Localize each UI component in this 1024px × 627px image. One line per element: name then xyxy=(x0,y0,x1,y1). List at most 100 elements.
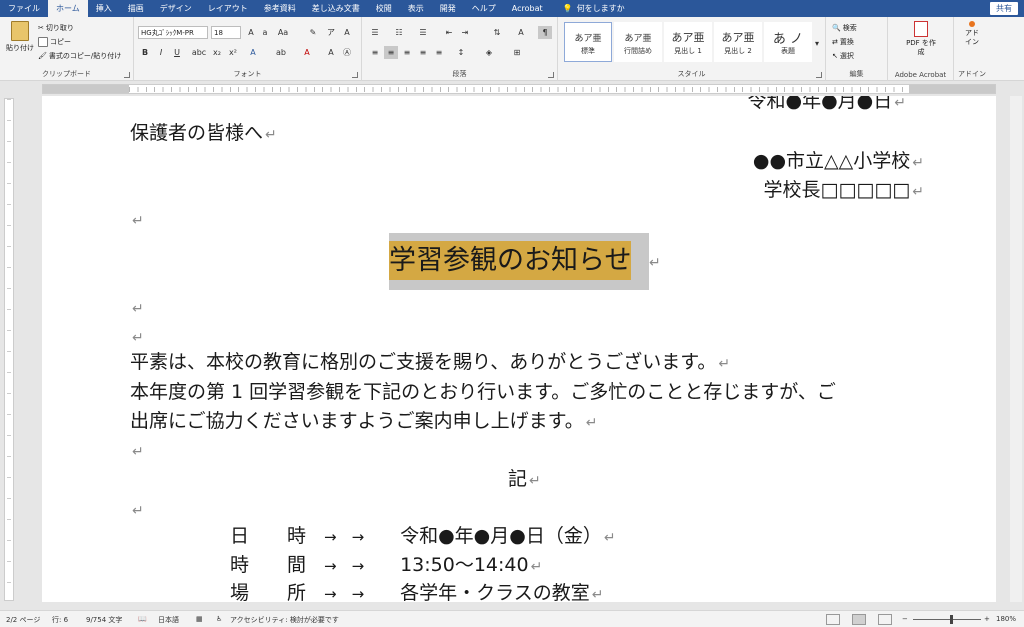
tab-insert[interactable]: 挿入 xyxy=(88,0,120,17)
style-sample: あア亜 xyxy=(671,31,705,44)
bullets-icon[interactable]: ☰ xyxy=(368,26,382,39)
shading-fill-icon[interactable]: ◈ xyxy=(482,46,496,59)
show-marks-icon[interactable]: ¶ xyxy=(538,26,552,39)
input-mode-icon[interactable]: ▦ xyxy=(196,615,203,623)
superscript-icon[interactable]: x² xyxy=(226,46,240,59)
distributed-icon[interactable]: ≡ xyxy=(432,46,446,59)
zoom-slider-thumb[interactable] xyxy=(950,615,953,624)
shrink-font-icon[interactable]: a xyxy=(258,26,272,39)
paragraph-mark: ↵ xyxy=(603,530,616,546)
strikethrough-icon[interactable]: abc xyxy=(192,46,206,59)
share-button[interactable]: 共有 xyxy=(990,2,1018,15)
style-sample: あ ノ xyxy=(772,31,804,47)
tab-selector[interactable] xyxy=(0,82,18,96)
tab-acrobat[interactable]: Acrobat xyxy=(504,0,551,17)
font-size-select[interactable]: 18 xyxy=(211,26,241,39)
paragraph-launcher-icon[interactable] xyxy=(548,72,554,78)
tab-developer[interactable]: 開発 xyxy=(432,0,464,17)
select-button[interactable]: ↖ 選択 xyxy=(832,51,854,61)
create-pdf-button[interactable]: PDF を作成 xyxy=(900,21,942,57)
tell-me-label: 何をしますか xyxy=(576,4,625,13)
tab-review[interactable]: 校閲 xyxy=(368,0,400,17)
align-right-icon[interactable]: ≡ xyxy=(400,46,414,59)
grow-font-icon[interactable]: A xyxy=(244,26,258,39)
tab-file[interactable]: ファイル xyxy=(0,0,48,17)
tab-layout[interactable]: レイアウト xyxy=(200,0,256,17)
clipboard-launcher-icon[interactable] xyxy=(124,72,130,78)
font-name-select[interactable]: HG丸ｺﾞｼｯｸM-PR xyxy=(138,26,208,39)
style-no-spacing[interactable]: あア亜 行間詰め xyxy=(614,22,662,62)
format-painter-button[interactable]: 🖌 書式のコピー/貼り付け xyxy=(38,51,121,61)
enclose-char-icon[interactable]: Ⓐ xyxy=(340,46,354,59)
zoom-level[interactable]: 180% xyxy=(996,615,1016,623)
tab-design[interactable]: デザイン xyxy=(152,0,200,17)
phonetic-guide-icon[interactable]: ア xyxy=(324,26,338,39)
decrease-indent-icon[interactable]: ⇤ xyxy=(442,26,456,39)
line-spacing-icon[interactable]: ↕ xyxy=(454,46,468,59)
horizontal-ruler[interactable] xyxy=(42,84,996,94)
tab-help[interactable]: ヘルプ xyxy=(464,0,504,17)
increase-indent-icon[interactable]: ⇥ xyxy=(458,26,472,39)
align-center-icon[interactable]: ≡ xyxy=(384,46,398,59)
font-launcher-icon[interactable] xyxy=(352,72,358,78)
numbering-icon[interactable]: ☷ xyxy=(392,26,406,39)
text-effect-icon[interactable]: A xyxy=(246,46,260,59)
shading-icon[interactable]: A xyxy=(324,46,338,59)
document-page[interactable]: 令和●年●月●日 ↵ 保護者の皆様へ ↵ ●●市立△△小学校 ↵ 学校長□□□□□ ↵ … xyxy=(42,96,996,602)
addins-button[interactable]: アド イン xyxy=(962,21,982,47)
group-acrobat: PDF を作成 Adobe Acrobat xyxy=(888,17,954,81)
print-layout-icon[interactable] xyxy=(852,614,866,625)
tab-home[interactable]: ホーム xyxy=(48,0,88,17)
char-border-icon[interactable]: A xyxy=(340,26,354,39)
page-count[interactable]: 2/2 ページ xyxy=(6,615,40,625)
style-sample: あア亜 xyxy=(574,33,602,44)
magnifier-icon: 🔍 xyxy=(832,24,841,32)
cut-button[interactable]: ✂ 切り取り xyxy=(38,23,74,33)
font-color-icon[interactable]: A xyxy=(300,46,314,59)
underline-icon[interactable]: U xyxy=(170,46,184,59)
ribbon-home: 貼り付け ✂ 切り取り コピー 🖌 書式のコピー/貼り付け クリップボード HG… xyxy=(0,17,1024,81)
style-heading-1[interactable]: あア亜 見出し 1 xyxy=(664,22,712,62)
zoom-in-icon[interactable]: + xyxy=(984,615,990,623)
replace-button[interactable]: ⇄ 置換 xyxy=(832,37,854,47)
copy-button[interactable]: コピー xyxy=(38,37,71,47)
tab-references[interactable]: 参考資料 xyxy=(256,0,304,17)
tab-draw[interactable]: 描画 xyxy=(120,0,152,17)
zoom-slider[interactable] xyxy=(913,619,981,620)
asian-layout-icon[interactable]: A xyxy=(514,26,528,39)
find-button[interactable]: 🔍 検索 xyxy=(832,23,857,33)
style-normal[interactable]: あア亜 標準 xyxy=(564,22,612,62)
bold-icon[interactable]: B xyxy=(138,46,152,59)
title-text: 学習参観のお知らせ xyxy=(389,245,632,276)
justify-icon[interactable]: ≡ xyxy=(416,46,430,59)
subscript-icon[interactable]: x₂ xyxy=(210,46,224,59)
highlight-icon[interactable]: ab xyxy=(274,46,288,59)
clear-format-icon[interactable]: ✎ xyxy=(306,26,320,39)
style-title[interactable]: あ ノ 表題 xyxy=(764,22,812,62)
read-mode-icon[interactable] xyxy=(826,614,840,625)
styles-more-icon[interactable]: ▾ xyxy=(810,37,824,50)
vertical-ruler[interactable] xyxy=(4,98,14,601)
styles-launcher-icon[interactable] xyxy=(816,72,822,78)
proofing-icon[interactable]: 📖 xyxy=(138,615,147,623)
body-text: 本年度の第 1 回学習参観を下記のとおり行います。ご多忙のことと存じますが、ご xyxy=(130,381,836,403)
sort-icon[interactable]: ⇅ xyxy=(490,26,504,39)
word-count[interactable]: 9/754 文字 xyxy=(86,615,122,625)
paste-button[interactable]: 貼り付け xyxy=(6,21,34,53)
align-left-icon[interactable]: ≡ xyxy=(368,46,382,59)
tab-mailings[interactable]: 差し込み文書 xyxy=(304,0,368,17)
tell-me-search[interactable]: 💡 何をしますか xyxy=(563,0,625,17)
style-heading-2[interactable]: あア亜 見出し 2 xyxy=(714,22,762,62)
web-layout-icon[interactable] xyxy=(878,614,892,625)
multilevel-list-icon[interactable]: ☰ xyxy=(416,26,430,39)
italic-icon[interactable]: I xyxy=(154,46,168,59)
vertical-scrollbar[interactable] xyxy=(1010,96,1022,602)
tab-view[interactable]: 表示 xyxy=(400,0,432,17)
accessibility-status[interactable]: アクセシビリティ: 検討が必要です xyxy=(230,615,339,625)
language-indicator[interactable]: 日本語 xyxy=(158,615,179,625)
borders-icon[interactable]: ⊞ xyxy=(510,46,524,59)
line-number[interactable]: 行: 6 xyxy=(52,615,68,625)
change-case-icon[interactable]: Aa xyxy=(276,26,290,39)
zoom-out-icon[interactable]: − xyxy=(902,615,908,623)
paragraph-mark: ↵ xyxy=(132,301,144,317)
